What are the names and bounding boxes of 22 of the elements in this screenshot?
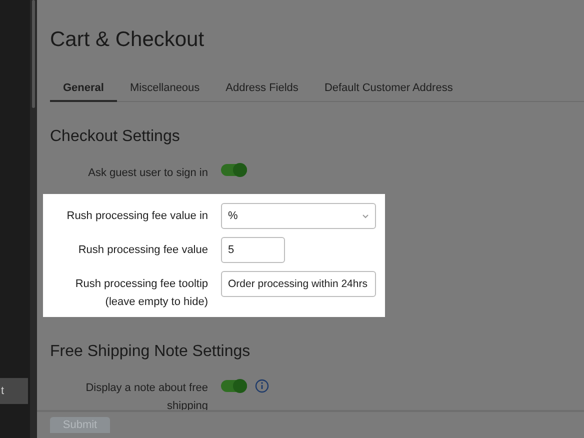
chevron-down-icon	[362, 214, 369, 218]
info-icon[interactable]	[255, 379, 269, 393]
section-heading: Free Shipping Note Settings	[50, 343, 252, 361]
scrollbar-thumb[interactable]	[32, 0, 35, 108]
tab[interactable]: Default Customer Address	[311, 74, 466, 102]
select-field[interactable]: %	[221, 203, 376, 229]
field-label: Rush processing fee value	[77, 243, 208, 258]
select-value: %	[228, 210, 238, 222]
tab[interactable]: Address Fields	[212, 74, 312, 102]
field-label: Ask guest user to sign in	[87, 166, 208, 181]
toggle-switch[interactable]	[221, 380, 247, 392]
field-label: Rush processing fee tooltip (leave empty to hide)	[74, 277, 208, 310]
input-field[interactable]: 5	[221, 237, 285, 263]
field-label: Rush processing fee value in	[66, 209, 208, 224]
field-label: Display a note about free shipping	[84, 381, 208, 414]
input-field[interactable]: Order processing within 24hrs	[221, 271, 376, 297]
page-title: Cart & Checkout	[50, 28, 206, 52]
tab[interactable]: Miscellaneous	[116, 74, 213, 102]
toggle-switch[interactable]	[221, 164, 247, 176]
sidebar-item[interactable]: t	[0, 378, 28, 404]
section-heading: Checkout Settings	[50, 128, 181, 146]
tab[interactable]: General	[50, 74, 117, 102]
